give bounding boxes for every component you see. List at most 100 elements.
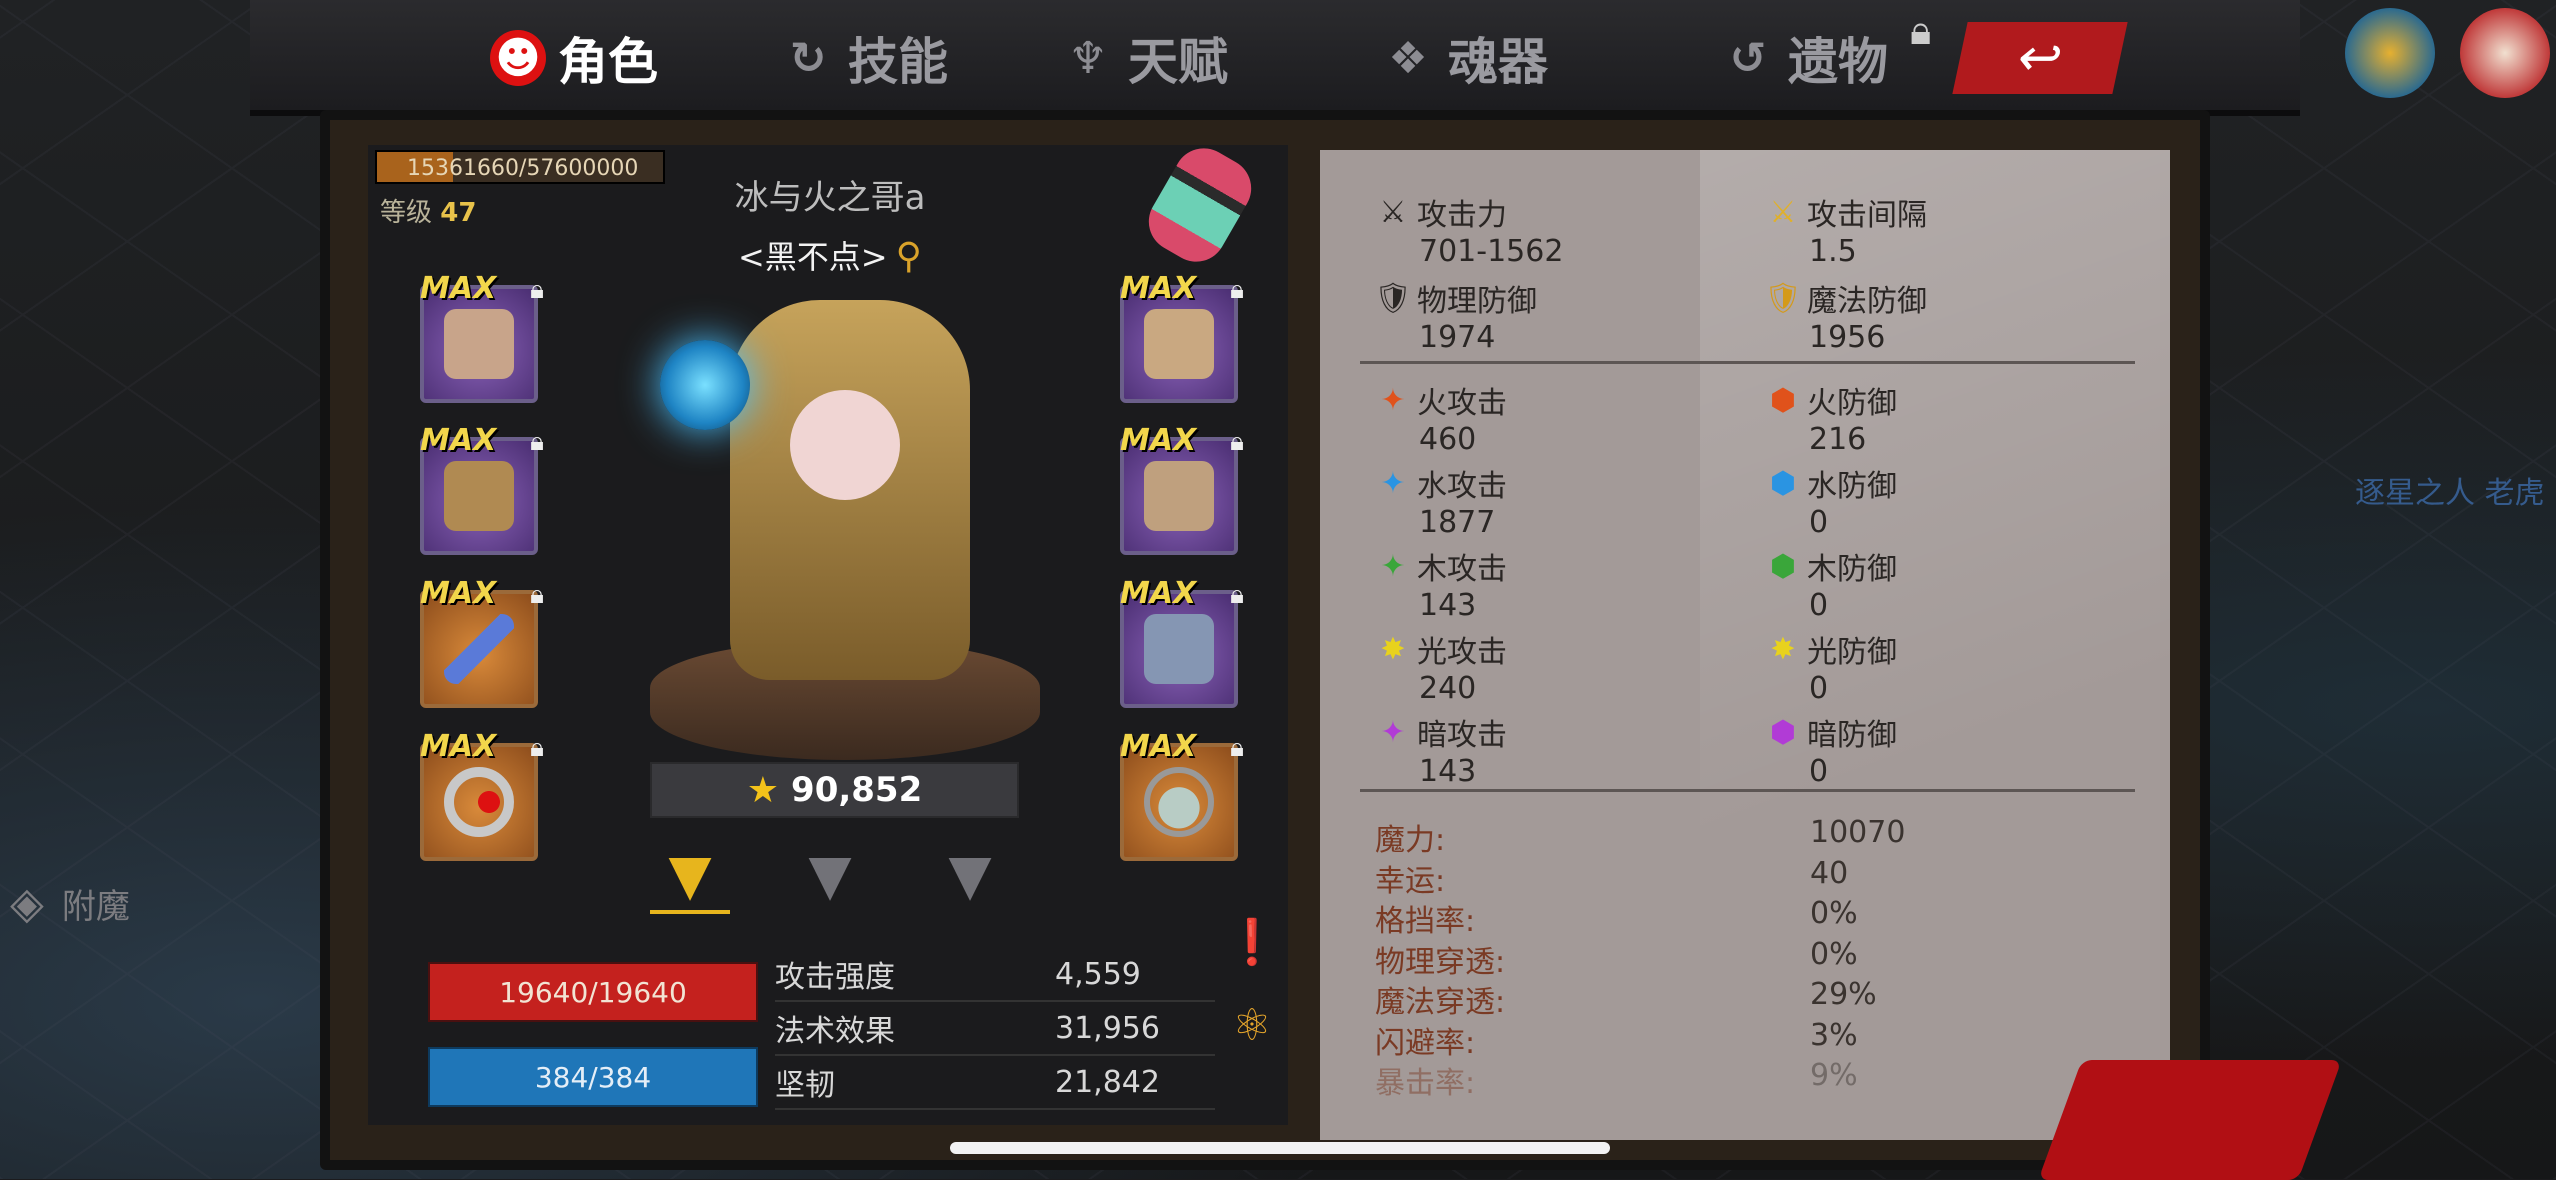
armor-set-tab-2[interactable]: ▼ <box>790 840 870 910</box>
armor-set-tab-1[interactable]: ▼ <box>650 840 730 914</box>
search-icon: ⚲ <box>895 236 922 277</box>
stat-value: 0 <box>1809 754 1829 789</box>
attribute-row: 暴击率: 9% <box>1375 1058 2125 1102</box>
attribute-row: 物理穿透: 0% <box>1375 937 2125 981</box>
helmet-icon <box>444 309 514 379</box>
guild-name-row[interactable]: <黑不点> ⚲ <box>500 232 1160 278</box>
tab-skills[interactable]: ↻ 技能 <box>780 18 948 98</box>
staff-orb <box>660 340 750 430</box>
back-button[interactable]: ↩ <box>1952 22 2128 94</box>
talent-wings-icon: ♆ <box>1068 32 1108 84</box>
sub-stat-label: 法术效果 <box>775 1014 895 1049</box>
wood-defense-icon: ⬢ <box>1769 548 1797 584</box>
combat-power-value: 90,852 <box>791 770 923 810</box>
sub-stat-value: 31,956 <box>1055 1010 1160 1046</box>
lock-icon: 🔒︎ <box>1230 275 1244 305</box>
stat-water-attack: ✦ 水攻击 1877 <box>1375 461 1507 541</box>
stat-label: 水攻击 <box>1417 469 1507 504</box>
sub-stat-row: 法术效果 31,956 <box>775 1002 1215 1056</box>
tab-talent[interactable]: ♆ 天赋 <box>1060 18 1228 98</box>
attribute-value: 0% <box>1810 896 1858 931</box>
equip-slot-chest[interactable]: MAX 🔒︎ <box>1120 271 1244 403</box>
divider <box>1360 789 2135 792</box>
hp-bar: 19640/19640 <box>428 962 758 1022</box>
dark-attack-icon: ✦ <box>1380 714 1406 750</box>
tab-relic[interactable]: ↺ 遗物 <box>1720 18 1888 98</box>
attribute-value: 10070 <box>1810 815 1906 850</box>
stat-label: 暗攻击 <box>1417 718 1507 753</box>
attribute-row: 幸运: 40 <box>1375 856 2125 900</box>
lock-icon: 🔒︎ <box>1230 733 1244 763</box>
skill-swirl-icon: ↻ <box>789 32 827 84</box>
water-attack-icon: ✦ <box>1380 465 1406 501</box>
lock-icon: 🔒︎ <box>1910 8 1932 54</box>
stat-wood-defense: ⬢ 木防御 0 <box>1765 544 1897 624</box>
stat-label: 木攻击 <box>1417 552 1507 587</box>
quick-sword-icon: ⚔ <box>1769 194 1797 230</box>
stat-label: 火防御 <box>1807 386 1897 421</box>
armor-set-tab-3[interactable]: ▼ <box>930 840 1010 910</box>
shoulder-armor-icon <box>444 461 514 531</box>
equip-slot-ring[interactable]: MAX 🔒︎ <box>420 729 544 861</box>
menu-toggle-button[interactable] <box>2038 1060 2342 1180</box>
attribute-value: 29% <box>1810 977 1877 1012</box>
max-badge: MAX <box>1120 423 1197 458</box>
attribute-label: 魔力: <box>1375 823 1446 858</box>
max-badge: MAX <box>420 271 497 306</box>
divider <box>1360 361 2135 364</box>
sword-icon: ⚔ <box>1379 194 1407 230</box>
attribute-value: 0% <box>1810 937 1858 972</box>
lock-icon: 🔒︎ <box>530 733 544 763</box>
combat-power: ★ 90,852 <box>650 762 1019 818</box>
leg-armor-icon <box>1144 461 1214 531</box>
stat-value: 0 <box>1809 505 1829 540</box>
enchant-label: 附魔 <box>61 886 130 927</box>
attribute-row: 闪避率: 3% <box>1375 1018 2125 1062</box>
home-indicator[interactable] <box>950 1142 1610 1154</box>
equip-slot-necklace[interactable]: MAX 🔒︎ <box>1120 729 1244 861</box>
max-badge: MAX <box>420 423 497 458</box>
stat-label: 魔法防御 <box>1807 284 1927 319</box>
level-label: 等级 <box>380 198 433 228</box>
stat-value: 0 <box>1809 588 1829 623</box>
star-icon: ★ <box>746 769 780 811</box>
stat-label: 物理防御 <box>1417 284 1537 319</box>
equip-slot-legs[interactable]: MAX 🔒︎ <box>1120 423 1244 555</box>
checkin-calendar-icon[interactable] <box>2460 8 2550 98</box>
experience-text: 15361660/57600000 <box>407 156 639 181</box>
info-icon[interactable]: ❗ <box>1222 912 1282 972</box>
stat-magic-defense: 🛡︎ 魔法防御 1956 <box>1764 276 1927 356</box>
event-icon[interactable] <box>2345 8 2435 98</box>
attribute-label: 物理穿透: <box>1375 945 1506 980</box>
atom-icon[interactable]: ⚛ <box>1222 995 1282 1055</box>
tab-soul-vessel[interactable]: ❖ 魂器 <box>1380 18 1548 98</box>
attribute-label: 闪避率: <box>1375 1026 1476 1061</box>
equip-slot-shoulder[interactable]: MAX 🔒︎ <box>420 423 544 555</box>
tab-label: 天赋 <box>1128 33 1228 91</box>
tab-character[interactable]: ☻ 角色 <box>439 10 761 112</box>
boots-icon <box>1144 614 1214 684</box>
necklace-icon <box>1144 767 1214 837</box>
attribute-label: 格挡率: <box>1375 904 1476 939</box>
armor-icon: ▼ <box>948 842 992 908</box>
stat-value: 240 <box>1419 671 1477 706</box>
guild-name: <黑不点> <box>737 238 888 276</box>
max-badge: MAX <box>1120 729 1197 764</box>
character-face <box>790 390 900 500</box>
mp-bar: 384/384 <box>428 1047 758 1107</box>
attribute-row: 魔力: 10070 <box>1375 815 2125 859</box>
equip-slot-boots[interactable]: MAX 🔒︎ <box>1120 576 1244 708</box>
enchant-button[interactable]: ◈ 附魔 <box>0 875 180 931</box>
sub-stat-row: 坚韧 21,842 <box>775 1056 1215 1110</box>
equip-slot-weapon[interactable]: MAX 🔒︎ <box>420 576 544 708</box>
attribute-row: 格挡率: 0% <box>1375 896 2125 940</box>
stat-fire-attack: ✦ 火攻击 460 <box>1375 378 1507 458</box>
stat-light-defense: ✸ 光防御 0 <box>1765 627 1897 707</box>
fire-defense-icon: ⬢ <box>1769 382 1797 418</box>
tab-label: 技能 <box>848 33 948 91</box>
equip-slot-helmet[interactable]: MAX 🔒︎ <box>420 271 544 403</box>
stat-label: 攻击力 <box>1417 198 1507 233</box>
stat-value: 143 <box>1419 754 1477 789</box>
attribute-value: 3% <box>1810 1018 1858 1053</box>
stat-value: 1877 <box>1419 505 1496 540</box>
